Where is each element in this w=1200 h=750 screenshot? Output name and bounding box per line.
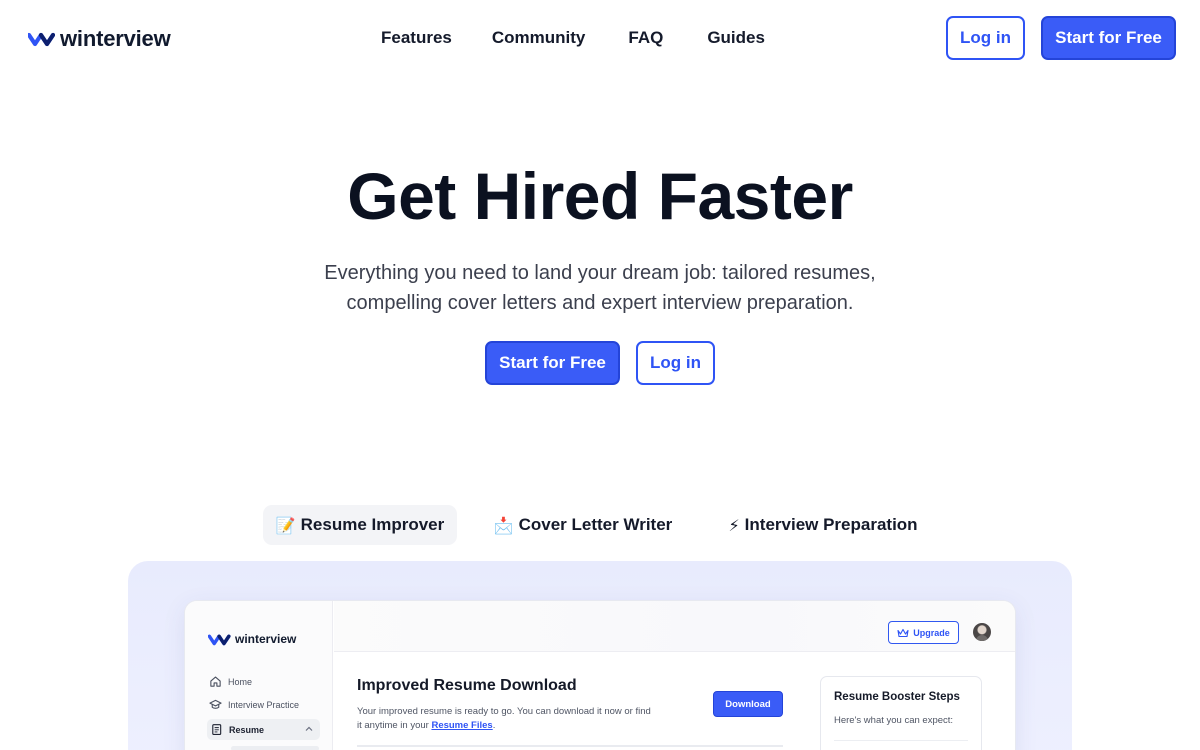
hero-login-button[interactable]: Log in <box>636 341 715 385</box>
tab-cover-letter-writer[interactable]: 📩 Cover Letter Writer <box>481 505 685 545</box>
sidebar-item-interview-practice[interactable]: Interview Practice <box>209 698 299 711</box>
hero-subtitle-line-2: compelling cover letters and expert inte… <box>346 292 854 314</box>
crown-icon <box>897 628 909 637</box>
sidebar-item-home[interactable]: Home <box>209 675 252 688</box>
nav-link-faq[interactable]: FAQ <box>628 28 663 48</box>
content-description: Your improved resume is ready to go. You… <box>357 705 657 733</box>
upgrade-button[interactable]: Upgrade <box>888 621 959 644</box>
app-brand-name: winterview <box>235 632 297 646</box>
app-brand-logo: winterview <box>208 632 296 646</box>
nav-login-button[interactable]: Log in <box>946 16 1025 60</box>
hero-title: Get Hired Faster <box>347 159 853 233</box>
memo-icon: 📝 <box>275 515 296 535</box>
resume-booster-card: Resume Booster Steps Here's what you can… <box>820 676 982 750</box>
resume-files-link[interactable]: Resume Files <box>431 720 492 731</box>
booster-title: Resume Booster Steps <box>834 691 960 703</box>
booster-divider <box>834 740 968 741</box>
content-description-end: . <box>492 720 496 731</box>
booster-text: Here's what you can expect: <box>834 715 954 726</box>
tab-interview-preparation[interactable]: ⚡ Interview Preparation <box>711 505 935 545</box>
content-title: Improved Resume Download <box>357 677 577 694</box>
feature-tabs: 📝 Resume Improver 📩 Cover Letter Writer … <box>0 505 1200 545</box>
brand-name: winterview <box>60 26 171 51</box>
hero-subtitle-line-1: Everything you need to land your dream j… <box>324 262 876 284</box>
tab-label: Resume Improver <box>300 515 445 534</box>
graduation-cap-icon <box>209 699 222 709</box>
document-icon <box>212 724 222 735</box>
nav-link-community[interactable]: Community <box>492 28 586 48</box>
sidebar-item-label: Resume <box>229 724 265 735</box>
tab-label: Interview Preparation <box>744 515 918 534</box>
download-button[interactable]: Download <box>713 691 783 717</box>
app-preview-window: winterview Home Interview Practice Resum… <box>185 601 1015 750</box>
winterview-logo-icon <box>208 634 231 645</box>
envelope-icon: 📩 <box>493 515 514 535</box>
primary-nav-links: Features Community FAQ Guides <box>381 28 765 48</box>
sidebar-item-label: Home <box>228 676 253 687</box>
tab-resume-improver[interactable]: 📝 Resume Improver <box>263 505 457 545</box>
chevron-up-icon[interactable] <box>304 724 314 734</box>
app-sidebar: winterview Home Interview Practice Resum… <box>185 601 333 750</box>
hero-start-free-button[interactable]: Start for Free <box>485 341 620 385</box>
hero-subtitle: Everything you need to land your dream j… <box>300 258 900 318</box>
brand-logo[interactable]: winterview <box>28 26 171 52</box>
sidebar-item-label: Interview Practice <box>228 699 300 710</box>
winterview-logo-icon <box>28 32 55 47</box>
top-navigation: winterview Features Community FAQ Guides… <box>0 0 1200 78</box>
nav-link-features[interactable]: Features <box>381 28 452 48</box>
upgrade-label: Upgrade <box>913 627 950 638</box>
content-divider <box>357 745 783 747</box>
user-avatar[interactable] <box>973 623 991 641</box>
home-icon <box>210 676 221 687</box>
lightning-icon: ⚡ <box>728 515 740 535</box>
sidebar-item-resume[interactable]: Resume <box>207 719 320 740</box>
sidebar-subitem-placeholder <box>231 746 319 750</box>
nav-link-guides[interactable]: Guides <box>707 28 765 48</box>
tab-label: Cover Letter Writer <box>518 515 673 534</box>
nav-start-free-button[interactable]: Start for Free <box>1041 16 1176 60</box>
content-description-text: Your improved resume is ready to go. You… <box>357 706 651 731</box>
